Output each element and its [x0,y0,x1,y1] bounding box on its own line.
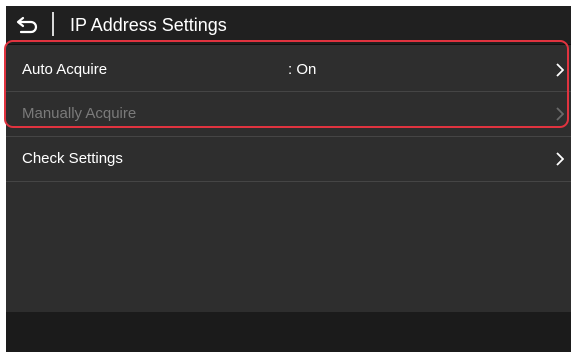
footer-bar [6,312,571,352]
menu-item-label: Manually Acquire [22,105,137,122]
device-screen: IP Address Settings Auto Acquire : On Ma… [6,6,571,352]
menu-item-label: Auto Acquire [22,61,108,78]
header-divider [52,12,54,36]
chevron-right-icon [553,92,567,136]
header-bar: IP Address Settings [6,6,571,45]
menu-item-manually-acquire[interactable]: Manually Acquire [6,92,571,136]
menu-item-check-settings[interactable]: Check Settings [6,137,571,181]
menu-item-auto-acquire[interactable]: Auto Acquire : On [6,48,571,92]
chevron-right-icon [553,48,567,92]
menu-item-value: : On [288,61,317,78]
row-divider [6,181,571,182]
back-button[interactable] [6,6,50,44]
menu-item-label: Check Settings [22,150,123,167]
page-title: IP Address Settings [70,15,227,35]
back-arrow-icon [16,16,38,34]
chevron-right-icon [553,137,567,181]
